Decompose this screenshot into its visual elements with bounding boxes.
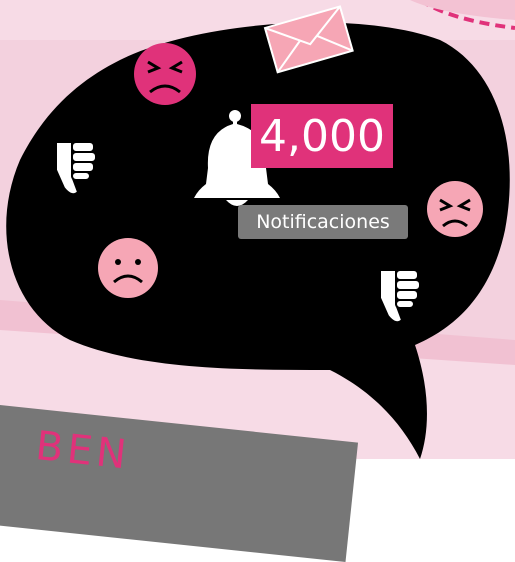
banner-text: BEN xyxy=(33,423,133,479)
illustration: 4,000 Notificaciones BEN xyxy=(0,0,515,562)
angry-face-icon xyxy=(427,181,483,237)
notification-label: Notificaciones xyxy=(238,205,408,239)
angry-face-icon xyxy=(134,43,196,105)
sad-face-icon xyxy=(98,238,158,298)
notification-count: 4,000 xyxy=(251,104,393,168)
